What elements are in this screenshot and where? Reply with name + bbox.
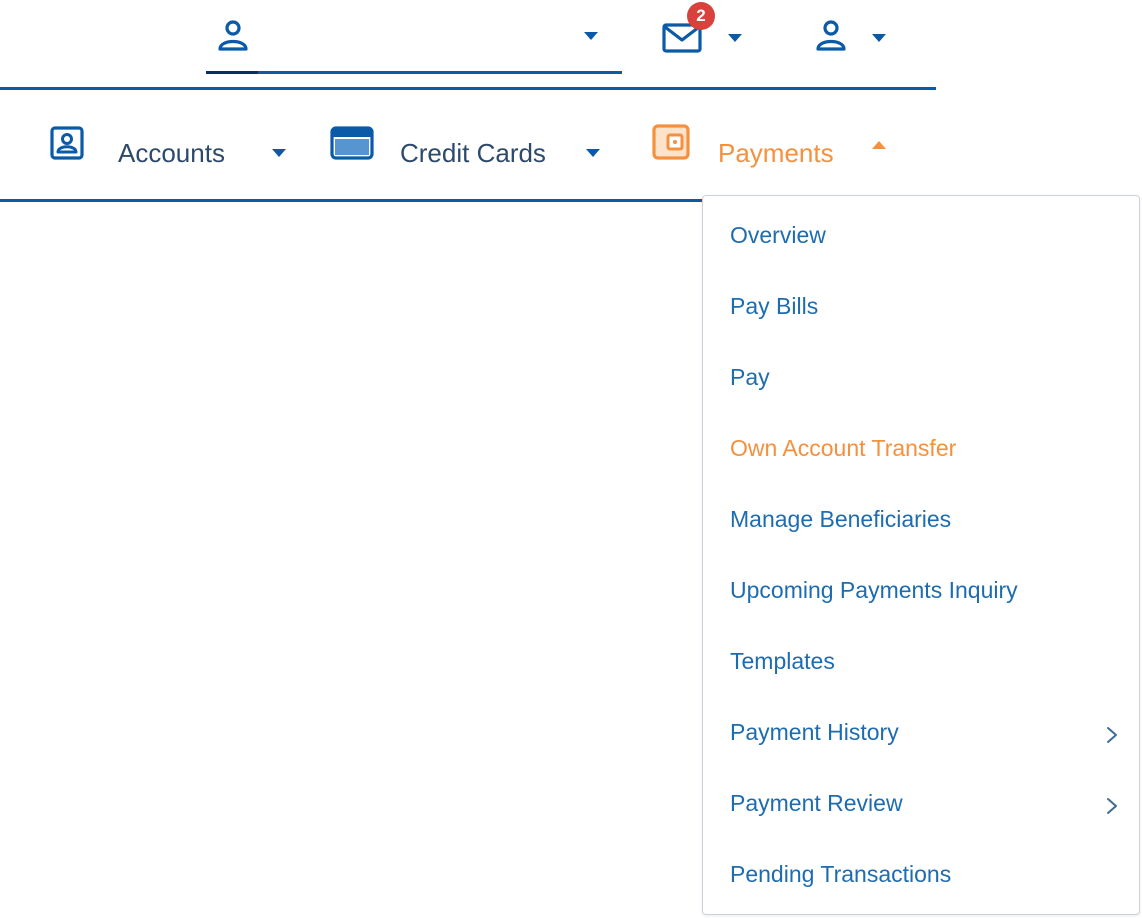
- menu-item-upcoming-payments-inquiry[interactable]: Upcoming Payments Inquiry: [703, 557, 1139, 628]
- payments-dropdown-menu: Overview Pay Bills Pay Own Account Trans…: [702, 195, 1140, 915]
- selector-underline: [258, 71, 622, 74]
- main-navigation: Accounts Credit Cards Payments: [0, 92, 936, 202]
- menu-item-label: Pay: [730, 364, 770, 390]
- nav-item-label: Credit Cards: [400, 138, 546, 168]
- nav-item-label: Accounts: [118, 138, 225, 168]
- menu-item-pending-transactions[interactable]: Pending Transactions: [703, 841, 1139, 912]
- caret-down-icon: [586, 149, 600, 157]
- profile-menu-button[interactable]: [810, 14, 890, 54]
- credit-card-icon: [330, 126, 374, 160]
- user-icon: [218, 20, 248, 51]
- caret-down-icon: [872, 34, 886, 42]
- menu-item-pay[interactable]: Pay: [703, 344, 1139, 415]
- top-bar: 2: [0, 0, 936, 90]
- caret-down-icon: [728, 34, 742, 42]
- account-box-icon: [50, 126, 84, 160]
- menu-item-label: Pay Bills: [730, 293, 819, 319]
- message-count-badge: 2: [687, 2, 715, 30]
- menu-item-overview[interactable]: Overview: [703, 202, 1139, 273]
- user-icon: [816, 20, 846, 51]
- messages-button[interactable]: 2: [660, 2, 750, 60]
- menu-item-payment-history[interactable]: Payment History: [703, 699, 1139, 770]
- nav-item-payments[interactable]: Payments: [652, 118, 902, 168]
- menu-item-label: Manage Beneficiaries: [730, 506, 952, 532]
- menu-item-label: Payment History: [730, 719, 899, 745]
- menu-item-label: Templates: [730, 648, 835, 674]
- user-selector-dropdown[interactable]: [206, 14, 622, 74]
- menu-item-label: Payment Review: [730, 790, 903, 816]
- wallet-icon: [652, 124, 690, 160]
- menu-item-own-account-transfer[interactable]: Own Account Transfer: [703, 415, 1139, 486]
- menu-item-label: Own Account Transfer: [730, 435, 957, 461]
- nav-item-label: Payments: [718, 138, 834, 168]
- payments-menu-list: Overview Pay Bills Pay Own Account Trans…: [703, 202, 1139, 912]
- menu-item-label: Pending Transactions: [730, 861, 952, 887]
- chevron-right-icon: [1107, 798, 1117, 814]
- menu-item-pay-bills[interactable]: Pay Bills: [703, 273, 1139, 344]
- caret-down-icon: [272, 149, 286, 157]
- menu-item-manage-beneficiaries[interactable]: Manage Beneficiaries: [703, 486, 1139, 557]
- menu-item-label: Overview: [730, 222, 826, 248]
- chevron-right-icon: [1107, 727, 1117, 743]
- page: 2 Accounts Credit Cards Payments Overvie…: [0, 0, 1142, 918]
- nav-item-accounts[interactable]: Accounts: [50, 118, 300, 168]
- nav-item-credit-cards[interactable]: Credit Cards: [330, 118, 610, 168]
- menu-item-templates[interactable]: Templates: [703, 628, 1139, 699]
- menu-item-payment-review[interactable]: Payment Review: [703, 770, 1139, 841]
- caret-up-icon: [872, 141, 886, 149]
- menu-item-label: Upcoming Payments Inquiry: [730, 577, 1018, 603]
- selector-underline-accent: [206, 71, 258, 74]
- caret-down-icon: [584, 32, 598, 40]
